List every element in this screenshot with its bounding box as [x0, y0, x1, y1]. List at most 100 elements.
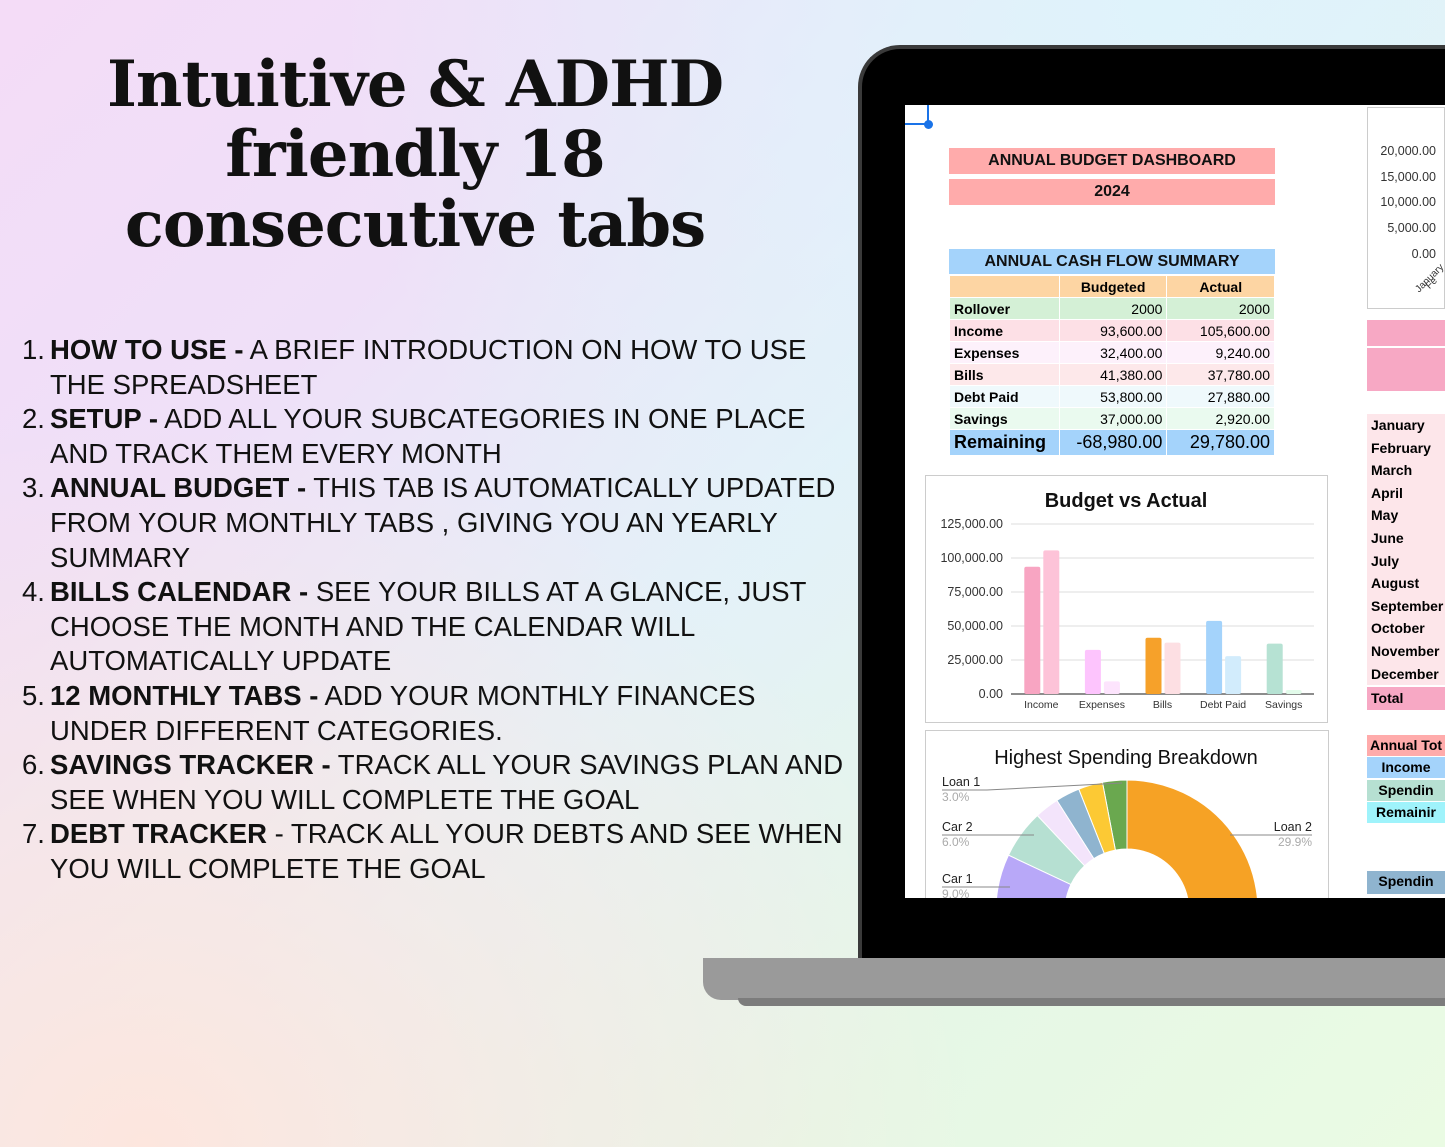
actual-value: 27,880.00 — [1166, 385, 1275, 408]
feature-item: 4. BILLS CALENDAR - SEE YOUR BILLS AT A … — [22, 575, 852, 679]
line-chart-y-tick: 15,000.00 — [1380, 169, 1436, 184]
feature-item: 6. SAVINGS TRACKER - TRACK ALL YOUR SAVIN… — [22, 748, 852, 817]
budgeted-value: 53,800.00 — [1058, 385, 1168, 408]
line-chart-y-tick: 20,000.00 — [1380, 144, 1436, 158]
month-label: December — [1367, 662, 1445, 686]
month-label: February — [1367, 436, 1445, 460]
cashflow-row: Expenses 32,400.00 9,240.00 — [949, 341, 1275, 364]
feature-text: BILLS CALENDAR - SEE YOUR BILLS AT A GLA… — [50, 575, 852, 679]
actual-value: 37,780.00 — [1166, 363, 1275, 386]
row-label: Remaining — [949, 429, 1060, 456]
laptop-base-edge — [738, 998, 1445, 1006]
budgeted-value: 2000 — [1058, 297, 1168, 320]
row-label: Debt Paid — [949, 385, 1060, 408]
donut-slice — [1126, 779, 1258, 898]
x-tick-label: Income — [1024, 699, 1059, 711]
actual-value: 2000 — [1166, 297, 1275, 320]
row-label: Bills — [949, 363, 1060, 386]
cashflow-header — [949, 275, 1060, 298]
month-label: January — [1367, 414, 1445, 437]
feature-item: 2. SETUP - ADD ALL YOUR SUBCATEGORIES IN… — [22, 402, 852, 471]
row-label: Expenses — [949, 341, 1060, 364]
budgeted-bar — [1145, 637, 1162, 694]
slice-label: Loan 2 — [1274, 820, 1312, 834]
cashflow-title: ANNUAL CASH FLOW SUMMARY — [949, 249, 1275, 274]
slice-percent: 9.0% — [942, 887, 970, 898]
feature-name: SETUP - — [50, 403, 158, 435]
feature-name: HOW TO USE - — [50, 334, 244, 365]
month-label: April — [1367, 481, 1445, 505]
cashflow-row: Debt Paid 53,800.00 27,880.00 — [949, 385, 1275, 408]
y-tick-label: 75,000.00 — [947, 585, 1003, 599]
line-chart-y-tick: 10,000.00 — [1380, 195, 1436, 210]
feature-text: SETUP - ADD ALL YOUR SUBCATEGORIES IN ON… — [50, 402, 852, 471]
laptop-base — [703, 958, 1445, 1000]
feature-name: ANNUAL BUDGET - — [50, 472, 307, 504]
feature-number: 6. — [22, 749, 45, 781]
month-label: August — [1367, 572, 1445, 595]
slice-percent: 29.9% — [1278, 835, 1312, 849]
actual-bar — [1285, 690, 1302, 694]
month-label: October — [1367, 617, 1445, 640]
annual-spending-label: Spendin — [1367, 780, 1445, 801]
actual-value: 9,240.00 — [1166, 341, 1275, 364]
month-label: March — [1367, 459, 1445, 482]
month-total: Total — [1367, 687, 1445, 710]
feature-item: 1. HOW TO USE - A BRIEF INTRODUCTION ON H… — [22, 333, 852, 402]
feature-list: 1. HOW TO USE - A BRIEF INTRODUCTION ON H… — [22, 333, 852, 887]
y-tick-label: 100,000.00 — [940, 551, 1003, 565]
feature-name: BILLS CALENDAR - — [50, 576, 309, 608]
dashboard-title: ANNUAL BUDGET DASHBOARD — [949, 148, 1275, 174]
budgeted-value: 93,600.00 — [1058, 319, 1168, 342]
feature-number: 1. — [22, 334, 45, 365]
feature-name: DEBT TRACKER — [50, 818, 267, 850]
x-tick-label: Bills — [1153, 699, 1172, 711]
x-tick-label: Savings — [1265, 699, 1302, 711]
feature-number: 5. — [22, 679, 45, 711]
y-tick-label: 125,000.00 — [940, 517, 1003, 531]
actual-bar — [1043, 550, 1060, 694]
feature-item: 5. 12 MONTHLY TABS - ADD YOUR MONTHLY FI… — [22, 679, 852, 748]
budgeted-bar — [1206, 620, 1223, 694]
feature-name: 12 MONTHLY TABS - — [50, 679, 319, 711]
remaining-row: Remaining -68,980.00 29,780.00 — [949, 429, 1275, 456]
budgeted-bar — [1024, 566, 1041, 694]
month-label: May — [1367, 504, 1445, 527]
slice-label: Car 2 — [942, 820, 973, 834]
row-label: Income — [949, 319, 1060, 342]
slice-label: Loan 1 — [942, 775, 980, 789]
right-header-2 — [1367, 348, 1445, 391]
y-tick-label: 25,000.00 — [947, 653, 1003, 667]
cashflow-row: Bills 41,380.00 37,780.00 — [949, 363, 1275, 386]
x-tick-label: Expenses — [1079, 699, 1125, 711]
feature-text: HOW TO USE - A BRIEF INTRODUCTION ON HOW… — [50, 333, 852, 402]
line-chart-y-tick: 5,000.00 — [1387, 221, 1436, 236]
annual-remaining-label: Remainir — [1367, 802, 1445, 823]
feature-text: DEBT TRACKER - TRACK ALL YOUR DEBTS AND … — [50, 817, 852, 886]
feature-number: 2. — [22, 403, 45, 435]
feature-text: SAVINGS TRACKER - TRACK ALL YOUR SAVINGS… — [50, 748, 852, 817]
month-label: July — [1367, 549, 1445, 573]
cashflow-header: Actual — [1166, 275, 1275, 298]
monthly-line-chart: 20,000.00 15,000.00 10,000.00 5,000.00 0.00 J… — [1367, 107, 1445, 309]
actual-value: 2,920.00 — [1166, 407, 1275, 430]
selection-handle[interactable] — [924, 120, 933, 129]
feature-text: ANNUAL BUDGET - THIS TAB IS AUTOMATICALL… — [50, 471, 852, 575]
budgeted-value: -68,980.00 — [1058, 429, 1168, 456]
month-label: September — [1367, 594, 1445, 618]
cashflow-header-row: Budgeted Actual — [949, 275, 1275, 298]
feature-item: 7. DEBT TRACKER - TRACK ALL YOUR DEBTS AN… — [22, 817, 852, 886]
bar-chart: Budget vs Actual 125,000.00 100,000.00 75,0… — [925, 475, 1328, 723]
budgeted-value: 41,380.00 — [1058, 363, 1168, 386]
spending-header: Spendin — [1367, 871, 1445, 894]
chart-title: Budget vs Actual — [1045, 490, 1208, 512]
cashflow-table: Budgeted Actual Rollover 2000 2000 Income 93,6… — [949, 275, 1275, 456]
y-tick-label: 50,000.00 — [947, 619, 1003, 633]
cashflow-row: Income 93,600.00 105,600.00 — [949, 319, 1275, 342]
budgeted-value: 37,000.00 — [1058, 407, 1168, 430]
slice-label: Car 1 — [942, 872, 973, 886]
budgeted-value: 32,400.00 — [1058, 341, 1168, 364]
donut-chart: Highest Spending Breakdown Loan 1 3.0% Car … — [925, 730, 1329, 898]
bar-chart-svg: Budget vs Actual 125,000.00 100,000.00 75,0… — [940, 490, 1314, 711]
row-label: Rollover — [949, 297, 1060, 320]
